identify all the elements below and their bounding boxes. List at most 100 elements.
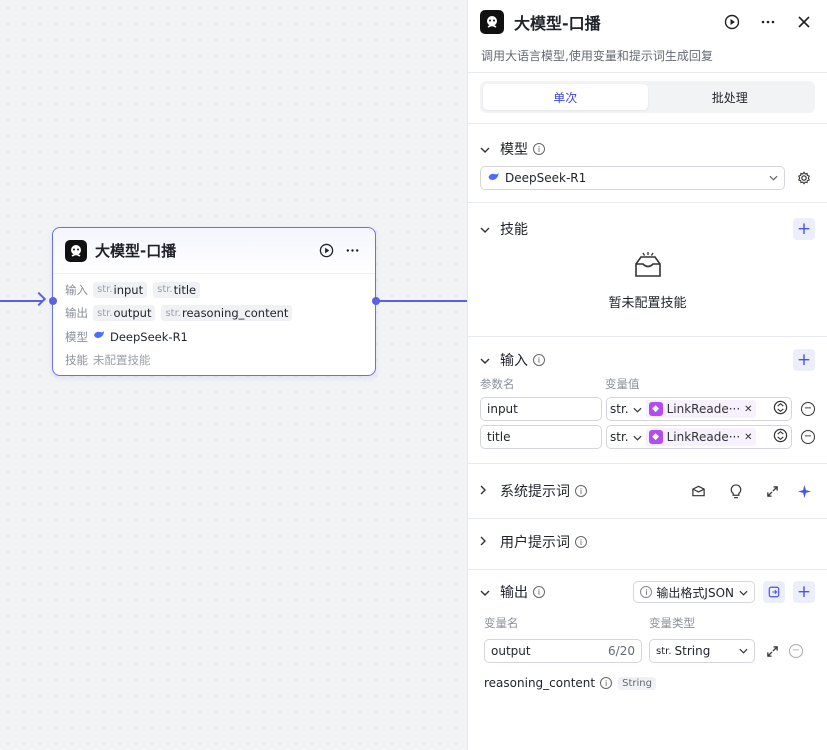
mode-tabs: 单次 批处理	[480, 81, 815, 113]
node-header: 大模型-口播	[53, 228, 375, 274]
node-skills-value: 未配置技能	[93, 353, 151, 368]
deepseek-icon	[93, 330, 105, 343]
info-icon[interactable]: i	[533, 143, 545, 155]
chevron-down-icon	[739, 585, 748, 599]
info-icon[interactable]: i	[600, 677, 613, 689]
outgoing-edge	[378, 300, 468, 302]
add-output-button[interactable]: +	[793, 581, 815, 603]
info-icon: i	[640, 586, 653, 598]
chevron-right-icon[interactable]	[480, 485, 498, 498]
info-icon[interactable]: i	[533, 354, 545, 366]
node-input-port[interactable]	[49, 297, 57, 305]
skills-section-header[interactable]: 技能 +	[468, 214, 827, 244]
input-row: input str. ◆ LinkReade··· ✕ −	[468, 397, 827, 421]
node-output-tag: str. reasoning_content	[161, 305, 293, 322]
node-logo-icon	[65, 239, 87, 262]
variable-picker-icon[interactable]	[773, 428, 788, 446]
param-value-field[interactable]: str. ◆ LinkReade··· ✕	[606, 425, 792, 449]
param-value-field[interactable]: str. ◆ LinkReade··· ✕	[606, 397, 792, 421]
col-var-type: 变量类型	[649, 616, 695, 630]
user-prompt-title: 用户提示词	[500, 535, 570, 551]
close-icon[interactable]	[793, 11, 815, 33]
node-skills-label: 技能	[65, 353, 88, 368]
remove-ref-icon[interactable]: ✕	[744, 432, 752, 443]
panel-description: 调用大语言模型,使用变量和提示词生成回复	[481, 49, 713, 63]
info-icon[interactable]: i	[533, 586, 545, 598]
type-select[interactable]: str.	[610, 430, 629, 444]
node-inputs-row: 输入 str. input str. title	[65, 278, 363, 302]
chevron-down-icon[interactable]	[633, 430, 642, 444]
col-param-name: 参数名	[480, 377, 515, 391]
chevron-down-icon[interactable]	[480, 143, 498, 156]
user-prompt-header[interactable]: 用户提示词 i	[468, 519, 827, 565]
prompt-library-icon[interactable]	[687, 480, 709, 502]
chevron-down-icon[interactable]	[480, 223, 498, 236]
node-output-label: 输出	[65, 306, 88, 321]
node-input-label: 输入	[65, 282, 88, 297]
output-name-field[interactable]: output 6/20	[484, 639, 642, 663]
param-name-field[interactable]: title	[480, 425, 602, 449]
chevron-down-icon	[739, 646, 748, 657]
output-section-header[interactable]: 输出 i i 输出格式JSON +	[468, 572, 827, 612]
string-type-badge: String	[618, 676, 656, 690]
node-config-panel: 大模型-口播 调用大语言模型,使用变量和提示词生成回复 单次 批处理 模型 i …	[467, 0, 827, 750]
output-type-select[interactable]: str. String	[649, 639, 755, 663]
chevron-down-icon[interactable]	[480, 354, 498, 367]
ai-sparkle-icon[interactable]	[793, 480, 815, 502]
expand-icon[interactable]	[761, 480, 783, 502]
skills-empty-text: 暂未配置技能	[608, 296, 687, 311]
system-prompt-title: 系统提示词	[500, 484, 570, 500]
chevron-down-icon[interactable]	[480, 586, 498, 599]
variable-ref-chip[interactable]: ◆ LinkReade··· ✕	[645, 400, 756, 418]
node-input-tag: str. input	[93, 281, 148, 298]
remove-output-icon[interactable]: −	[789, 644, 803, 658]
system-prompt-header[interactable]: 系统提示词 i	[468, 464, 827, 518]
reasoning-content-label: reasoning_content	[484, 676, 596, 690]
char-counter: 6/20	[608, 644, 635, 658]
gear-icon[interactable]	[793, 167, 815, 189]
lightbulb-icon[interactable]	[725, 480, 747, 502]
input-section-title: 输入	[500, 353, 528, 369]
output-extra-row: reasoning_content i String	[468, 676, 827, 690]
chevron-right-icon[interactable]	[480, 536, 498, 549]
input-section-header[interactable]: 输入 i +	[468, 345, 827, 375]
remove-input-icon[interactable]: −	[801, 430, 815, 444]
remove-input-icon[interactable]: −	[801, 402, 815, 416]
tab-batch[interactable]: 批处理	[648, 84, 813, 110]
model-section-header[interactable]: 模型 i	[468, 134, 827, 164]
add-input-button[interactable]: +	[793, 349, 815, 371]
output-settings-button[interactable]	[763, 581, 785, 603]
node-output-port[interactable]	[372, 297, 380, 305]
param-name-field[interactable]: input	[480, 397, 602, 421]
output-format-select[interactable]: i 输出格式JSON	[633, 581, 755, 603]
panel-header: 大模型-口播	[468, 0, 827, 44]
node-model-row: 模型 DeepSeek-R1	[65, 325, 363, 349]
chevron-down-icon	[769, 173, 778, 184]
linkreader-icon: ◆	[648, 430, 663, 444]
tab-single[interactable]: 单次	[483, 84, 648, 110]
model-select[interactable]: DeepSeek-R1	[480, 166, 786, 190]
linkreader-icon: ◆	[648, 402, 663, 416]
info-icon[interactable]: i	[575, 485, 587, 497]
panel-title[interactable]: 大模型-口播	[514, 10, 721, 34]
info-icon[interactable]: i	[575, 536, 587, 548]
variable-ref-chip[interactable]: ◆ LinkReade··· ✕	[645, 428, 756, 446]
output-row: output 6/20 str. String −	[468, 639, 827, 663]
col-param-value: 变量值	[605, 377, 640, 391]
run-icon[interactable]	[721, 11, 743, 33]
remove-ref-icon[interactable]: ✕	[744, 404, 752, 415]
node-input-tag: str. title	[153, 281, 201, 298]
expand-icon[interactable]	[761, 640, 783, 662]
more-icon[interactable]	[757, 11, 779, 33]
more-icon[interactable]	[341, 240, 363, 262]
type-select[interactable]: str.	[610, 402, 629, 416]
llm-node-card[interactable]: 大模型-口播 输入 str. input str. title 输出 str. out…	[52, 227, 376, 376]
run-icon[interactable]	[315, 240, 337, 262]
variable-picker-icon[interactable]	[773, 400, 788, 418]
model-section-title: 模型	[500, 142, 528, 158]
chevron-down-icon[interactable]	[633, 402, 642, 416]
node-model-name: DeepSeek-R1	[110, 329, 188, 344]
node-outputs-row: 输出 str. output str. reasoning_content	[65, 302, 363, 326]
add-skill-button[interactable]: +	[793, 218, 815, 240]
empty-box-icon	[633, 252, 663, 284]
